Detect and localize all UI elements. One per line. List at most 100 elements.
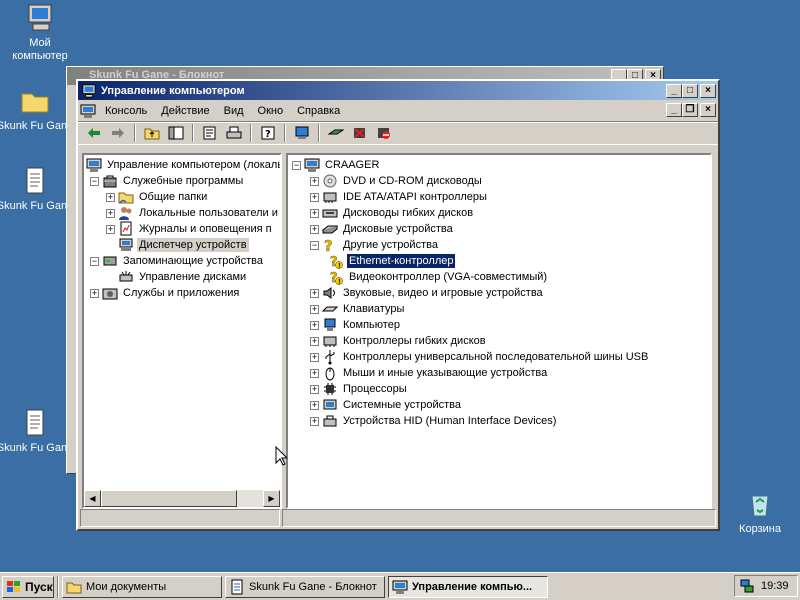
scroll-right-button[interactable]: ▶ <box>263 490 280 507</box>
device-category-other[interactable]: − ? Другие устройства <box>290 237 710 253</box>
help-button[interactable]: ? <box>258 123 278 143</box>
up-level-button[interactable] <box>142 123 162 143</box>
speaker-icon <box>323 287 335 299</box>
tree-item-storage[interactable]: − Запоминающие устройства <box>86 253 280 269</box>
uninstall-button[interactable] <box>350 123 370 143</box>
tree-item-device-manager[interactable]: Диспетчер устройств <box>86 237 280 253</box>
tree-item-label: Службы и приложения <box>123 287 240 299</box>
properties-button[interactable] <box>200 123 220 143</box>
expand-toggle[interactable]: + <box>106 224 115 234</box>
console-tree-pane[interactable]: Управление компьютером (локаль − Служебн… <box>82 153 282 509</box>
expand-toggle[interactable]: + <box>310 400 319 410</box>
desktop-icon-text-file[interactable]: Skunk Fu Gane <box>0 165 74 213</box>
desktop-icon-folder[interactable]: Skunk Fu Gane <box>0 85 74 133</box>
tree-item-performance-logs[interactable]: + Журналы и оповещения п <box>86 221 280 237</box>
system-device-icon <box>323 399 337 410</box>
expand-toggle[interactable]: + <box>310 336 319 346</box>
close-button[interactable]: × <box>700 83 716 98</box>
expand-toggle[interactable]: + <box>310 176 319 186</box>
task-computer-management[interactable]: Управление компью... <box>388 575 548 598</box>
expand-toggle[interactable]: + <box>106 208 115 218</box>
expand-toggle[interactable]: + <box>310 288 319 298</box>
expand-toggle[interactable]: + <box>310 352 319 362</box>
computer-icon <box>28 4 52 31</box>
expand-toggle[interactable]: + <box>310 320 319 330</box>
device-category-disk-drives[interactable]: + Дисковые устройства <box>290 221 710 237</box>
scroll-thumb[interactable] <box>101 490 237 507</box>
computer-icon <box>324 318 336 331</box>
expand-toggle[interactable]: + <box>310 208 319 218</box>
menu-window[interactable]: Окно <box>251 103 291 119</box>
device-category-dvd[interactable]: + DVD и CD-ROM дисководы <box>290 173 710 189</box>
update-driver-button[interactable] <box>326 123 346 143</box>
device-tree-root[interactable]: − CRAAGER <box>290 157 710 173</box>
forward-button[interactable] <box>108 123 128 143</box>
desktop-icon-text-file[interactable]: Skunk Fu Gane <box>0 407 74 455</box>
tree-item-disk-management[interactable]: Управление дисками <box>86 269 280 285</box>
menu-help[interactable]: Справка <box>290 103 347 119</box>
toolbar-separator <box>134 124 136 142</box>
minimize-button[interactable]: _ <box>666 83 682 98</box>
device-tree-pane[interactable]: − CRAAGER + DVD и CD-ROM дисководы + IDE… <box>286 153 712 509</box>
horizontal-scrollbar[interactable]: ◀ ▶ <box>84 490 280 507</box>
clock[interactable]: 19:39 <box>761 580 789 592</box>
device-category-keyboards[interactable]: + Клавиатуры <box>290 301 710 317</box>
device-category-ide[interactable]: + IDE ATA/ATAPI контроллеры <box>290 189 710 205</box>
tree-item-local-users[interactable]: + Локальные пользователи и <box>86 205 280 221</box>
expand-toggle[interactable]: + <box>310 368 319 378</box>
expand-toggle[interactable]: + <box>310 224 319 234</box>
tree-item-root[interactable]: Управление компьютером (локаль <box>86 157 280 173</box>
menu-view[interactable]: Вид <box>217 103 251 119</box>
back-button[interactable] <box>84 123 104 143</box>
expand-toggle[interactable]: + <box>310 304 319 314</box>
collapse-toggle[interactable]: − <box>90 176 99 186</box>
expand-toggle[interactable]: + <box>310 192 319 202</box>
task-my-documents[interactable]: Мои документы <box>62 575 222 598</box>
device-category-computer[interactable]: + Компьютер <box>290 317 710 333</box>
expand-toggle[interactable]: + <box>310 384 319 394</box>
start-button[interactable]: Пуск <box>2 575 54 598</box>
menu-action[interactable]: Действие <box>154 103 216 119</box>
tree-item-system-tools[interactable]: − Служебные программы <box>86 173 280 189</box>
device-category-usb[interactable]: + Контроллеры универсальной последовател… <box>290 349 710 365</box>
task-notepad[interactable]: Skunk Fu Gane - Блокнот <box>225 575 385 598</box>
tree-item-label: Диспетчер устройств <box>137 238 249 252</box>
scroll-left-button[interactable]: ◀ <box>84 490 101 507</box>
expand-toggle[interactable]: + <box>90 288 99 298</box>
show-hide-tree-button[interactable] <box>166 123 186 143</box>
folder-icon <box>21 93 49 113</box>
collapse-toggle[interactable]: − <box>292 160 301 170</box>
device-vga-controller[interactable]: ?! Видеоконтроллер (VGA-совместимый) <box>290 269 710 285</box>
mdi-restore-button[interactable]: ❐ <box>682 103 698 117</box>
console-icon[interactable] <box>80 103 96 119</box>
device-category-hid[interactable]: + Устройства HID (Human Interface Device… <box>290 413 710 429</box>
device-category-floppy-drives[interactable]: + Дисководы гибких дисков <box>290 205 710 221</box>
scan-hardware-button[interactable] <box>292 123 312 143</box>
maximize-button[interactable]: □ <box>682 83 698 98</box>
desktop-icon-my-computer[interactable]: Мой компьютер <box>1 2 79 63</box>
tree-item-shared-folders[interactable]: + Общие папки <box>86 189 280 205</box>
collapse-toggle[interactable]: − <box>90 256 99 266</box>
computer-management-window[interactable]: Управление компьютером _ □ × Консоль Дей… <box>76 79 720 531</box>
device-category-sound[interactable]: + Звуковые, видео и игровые устройства <box>290 285 710 301</box>
mdi-close-button[interactable]: × <box>700 103 716 117</box>
device-category-system[interactable]: + Системные устройства <box>290 397 710 413</box>
device-category-floppy-controllers[interactable]: + Контроллеры гибких дисков <box>290 333 710 349</box>
menu-console[interactable]: Консоль <box>98 103 154 119</box>
users-icon <box>119 207 132 220</box>
window-title-bar[interactable]: Управление компьютером _ □ × <box>78 81 718 100</box>
expand-toggle[interactable]: + <box>106 192 115 202</box>
mdi-minimize-button[interactable]: _ <box>666 103 682 117</box>
device-ethernet-controller[interactable]: ?! Ethernet-контроллер <box>290 253 710 269</box>
tree-item-services-apps[interactable]: + Службы и приложения <box>86 285 280 301</box>
print-button[interactable] <box>224 123 244 143</box>
device-category-processors[interactable]: + Процессоры <box>290 381 710 397</box>
disk-management-icon <box>119 271 133 282</box>
desktop-icon-recycle-bin[interactable]: Корзина <box>721 488 799 536</box>
collapse-toggle[interactable]: − <box>310 240 319 250</box>
device-category-mice[interactable]: + Мыши и иные указывающие устройства <box>290 365 710 381</box>
network-tray-icon[interactable] <box>739 578 755 594</box>
disable-device-button[interactable] <box>374 123 394 143</box>
task-label: Управление компью... <box>412 580 533 593</box>
expand-toggle[interactable]: + <box>310 416 319 426</box>
